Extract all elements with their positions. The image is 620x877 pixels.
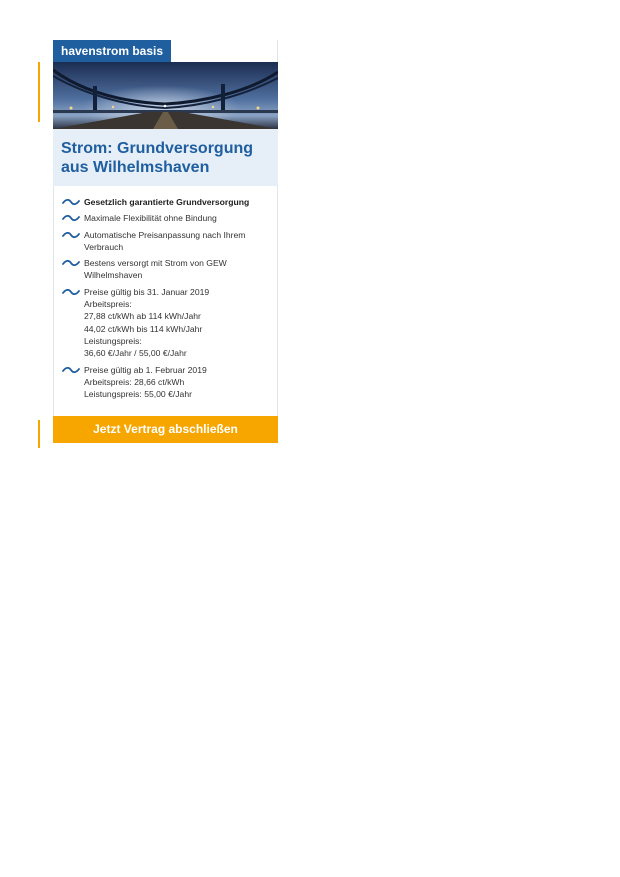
list-item: Gesetzlich garantierte Grundversorgung — [62, 196, 272, 208]
accent-rule-top — [38, 62, 40, 122]
price-value: 27,88 ct/kWh ab 114 kWh/Jahr — [84, 311, 201, 322]
price-validity: Preise gültig bis 31. Januar 2019 — [84, 286, 210, 297]
bridge-photo — [53, 62, 278, 129]
list-item-text: Wilhelmshaven — [84, 270, 143, 281]
list-item: Bestens versorgt mit Strom von GEW Wilhe… — [62, 257, 272, 282]
list-item: Automatische Preisanpassung nach Ihrem V… — [62, 229, 272, 254]
list-item-text: Bestens versorgt mit Strom von GEW — [84, 258, 227, 269]
list-item-text: Verbrauch — [84, 241, 124, 252]
title-line-1: Strom: Grundversorgung — [61, 140, 254, 157]
page-title: Strom: Grundversorgung aus Wilhelmshaven — [61, 139, 270, 177]
wave-icon — [62, 366, 80, 373]
sign-contract-button[interactable]: Jetzt Vertrag abschließen — [53, 416, 278, 443]
list-item-text: Maximale Flexibilität ohne Bindung — [84, 213, 217, 224]
list-item: Preise gültig bis 31. Januar 2019 Arbeit… — [62, 286, 272, 360]
price-label: Leistungspreis: — [84, 335, 142, 346]
price-value: Arbeitspreis: 28,66 ct/kWh — [84, 376, 185, 387]
price-value: 36,60 €/Jahr / 55,00 €/Jahr — [84, 348, 187, 359]
list-item-text: Gesetzlich garantierte Grundversorgung — [84, 197, 250, 207]
accent-rule-bottom — [38, 420, 40, 448]
tariff-tag: havenstrom basis — [53, 40, 172, 62]
wave-icon — [62, 215, 80, 222]
price-value: Leistungspreis: 55,00 €/Jahr — [84, 389, 192, 400]
price-label: Arbeitspreis: — [84, 299, 132, 310]
feature-list: Gesetzlich garantierte Grundversorgung M… — [62, 196, 272, 404]
list-item: Preise gültig ab 1. Februar 2019 Arbeits… — [62, 364, 272, 401]
wave-icon — [62, 199, 80, 205]
title-band: Strom: Grundversorgung aus Wilhelmshaven — [53, 129, 278, 186]
wave-icon — [62, 288, 80, 295]
tariff-card: havenstrom basis Strom: Grundversorgung … — [53, 40, 278, 443]
wave-icon — [62, 260, 80, 267]
price-validity: Preise gültig ab 1. Februar 2019 — [84, 364, 207, 375]
list-item-text: Automatische Preisanpassung nach Ihrem — [84, 229, 246, 240]
price-value: 44,02 ct/kWh bis 114 kWh/Jahr — [84, 323, 203, 334]
list-item: Maximale Flexibilität ohne Bindung — [62, 212, 272, 224]
wave-icon — [62, 231, 80, 238]
title-line-2: aus Wilhelmshaven — [61, 159, 210, 176]
